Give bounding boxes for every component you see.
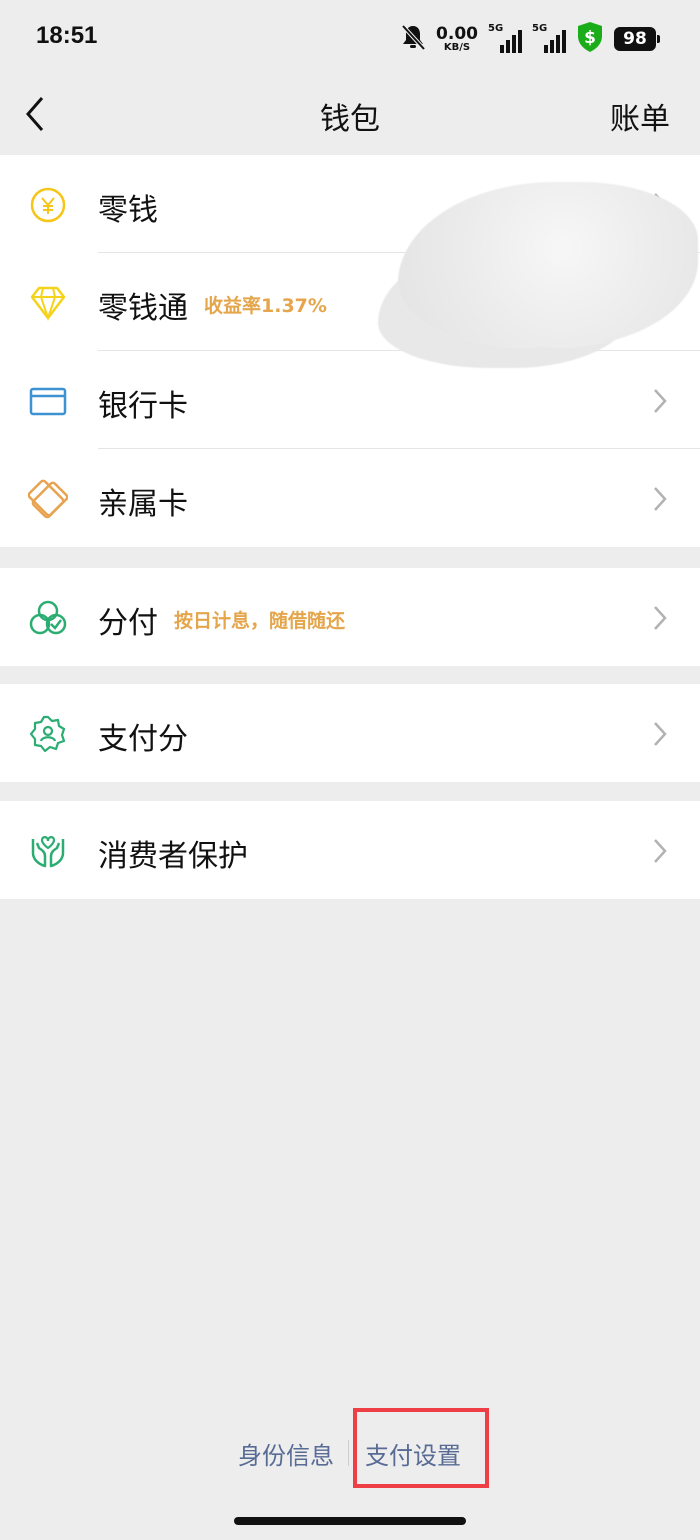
- row-label: 银行卡: [98, 389, 188, 424]
- identity-info-link[interactable]: 身份信息: [238, 1436, 334, 1471]
- mute-bell-icon: [400, 23, 426, 55]
- signal-icon: 5G: [488, 23, 522, 53]
- pay-score-badge-icon: [29, 715, 66, 753]
- chevron-right-icon: [654, 722, 667, 746]
- chevron-right-icon: [654, 389, 667, 413]
- wallet-item-consumer-protection[interactable]: 消费者保护: [0, 801, 700, 899]
- battery-level: 98: [623, 29, 647, 49]
- net-speed-unit: KB/S: [443, 41, 471, 53]
- wallet-group-consumer-protection: 消费者保护: [0, 801, 700, 899]
- status-time: 18:51: [36, 22, 98, 49]
- row-label: 零钱: [98, 193, 158, 228]
- wallet-item-bank-card[interactable]: 银行卡: [0, 351, 700, 449]
- family-card-icon: [28, 479, 68, 519]
- signal-icon: 5G: [532, 23, 566, 53]
- yield-rate-tag: 收益率1.37%: [204, 295, 327, 317]
- row-label: 分付: [98, 606, 158, 641]
- row-label: 消费者保护: [98, 839, 248, 874]
- svg-text:$: $: [584, 28, 596, 48]
- bill-button[interactable]: 账单: [610, 94, 670, 138]
- chevron-right-icon: [654, 487, 667, 511]
- fenfu-tag: 按日计息，随借随还: [174, 610, 346, 632]
- wallet-item-fenfu[interactable]: 分付 按日计息，随借随还: [0, 568, 700, 666]
- row-label: 亲属卡: [98, 487, 188, 522]
- fenfu-icon: [29, 600, 67, 635]
- status-icons: 0.00 KB/S 5G 5G $ 98: [390, 21, 660, 57]
- status-bar: 18:51 0.00 KB/S 5G 5G $ 98: [0, 0, 700, 78]
- wallet-item-family-card[interactable]: 亲属卡: [0, 449, 700, 547]
- chevron-right-icon: [654, 839, 667, 863]
- net-speed: 0.00 KB/S: [436, 23, 478, 53]
- highlight-annotation-box: [353, 1408, 489, 1488]
- wallet-group-pay-score: 支付分: [0, 684, 700, 782]
- security-shield-icon: $: [576, 21, 604, 57]
- nav-bar: 钱包 账单: [0, 78, 700, 154]
- hands-protect-icon: [31, 836, 65, 868]
- wallet-item-pay-score[interactable]: 支付分: [0, 684, 700, 782]
- footer-links: 身份信息 支付设置: [0, 1432, 700, 1476]
- bank-card-icon: [29, 387, 67, 416]
- home-indicator[interactable]: [234, 1517, 466, 1525]
- link-divider: [348, 1440, 349, 1466]
- wallet-group-fenfu: 分付 按日计息，随借随还: [0, 568, 700, 666]
- row-label: 支付分: [98, 722, 188, 757]
- yuan-coin-icon: [30, 187, 66, 223]
- page-title: 钱包: [320, 102, 380, 137]
- battery-icon: 98: [614, 27, 660, 51]
- net-speed-value: 0.00: [436, 23, 478, 44]
- row-label: 零钱通: [98, 291, 188, 326]
- diamond-icon: [30, 286, 66, 322]
- chevron-right-icon: [654, 606, 667, 630]
